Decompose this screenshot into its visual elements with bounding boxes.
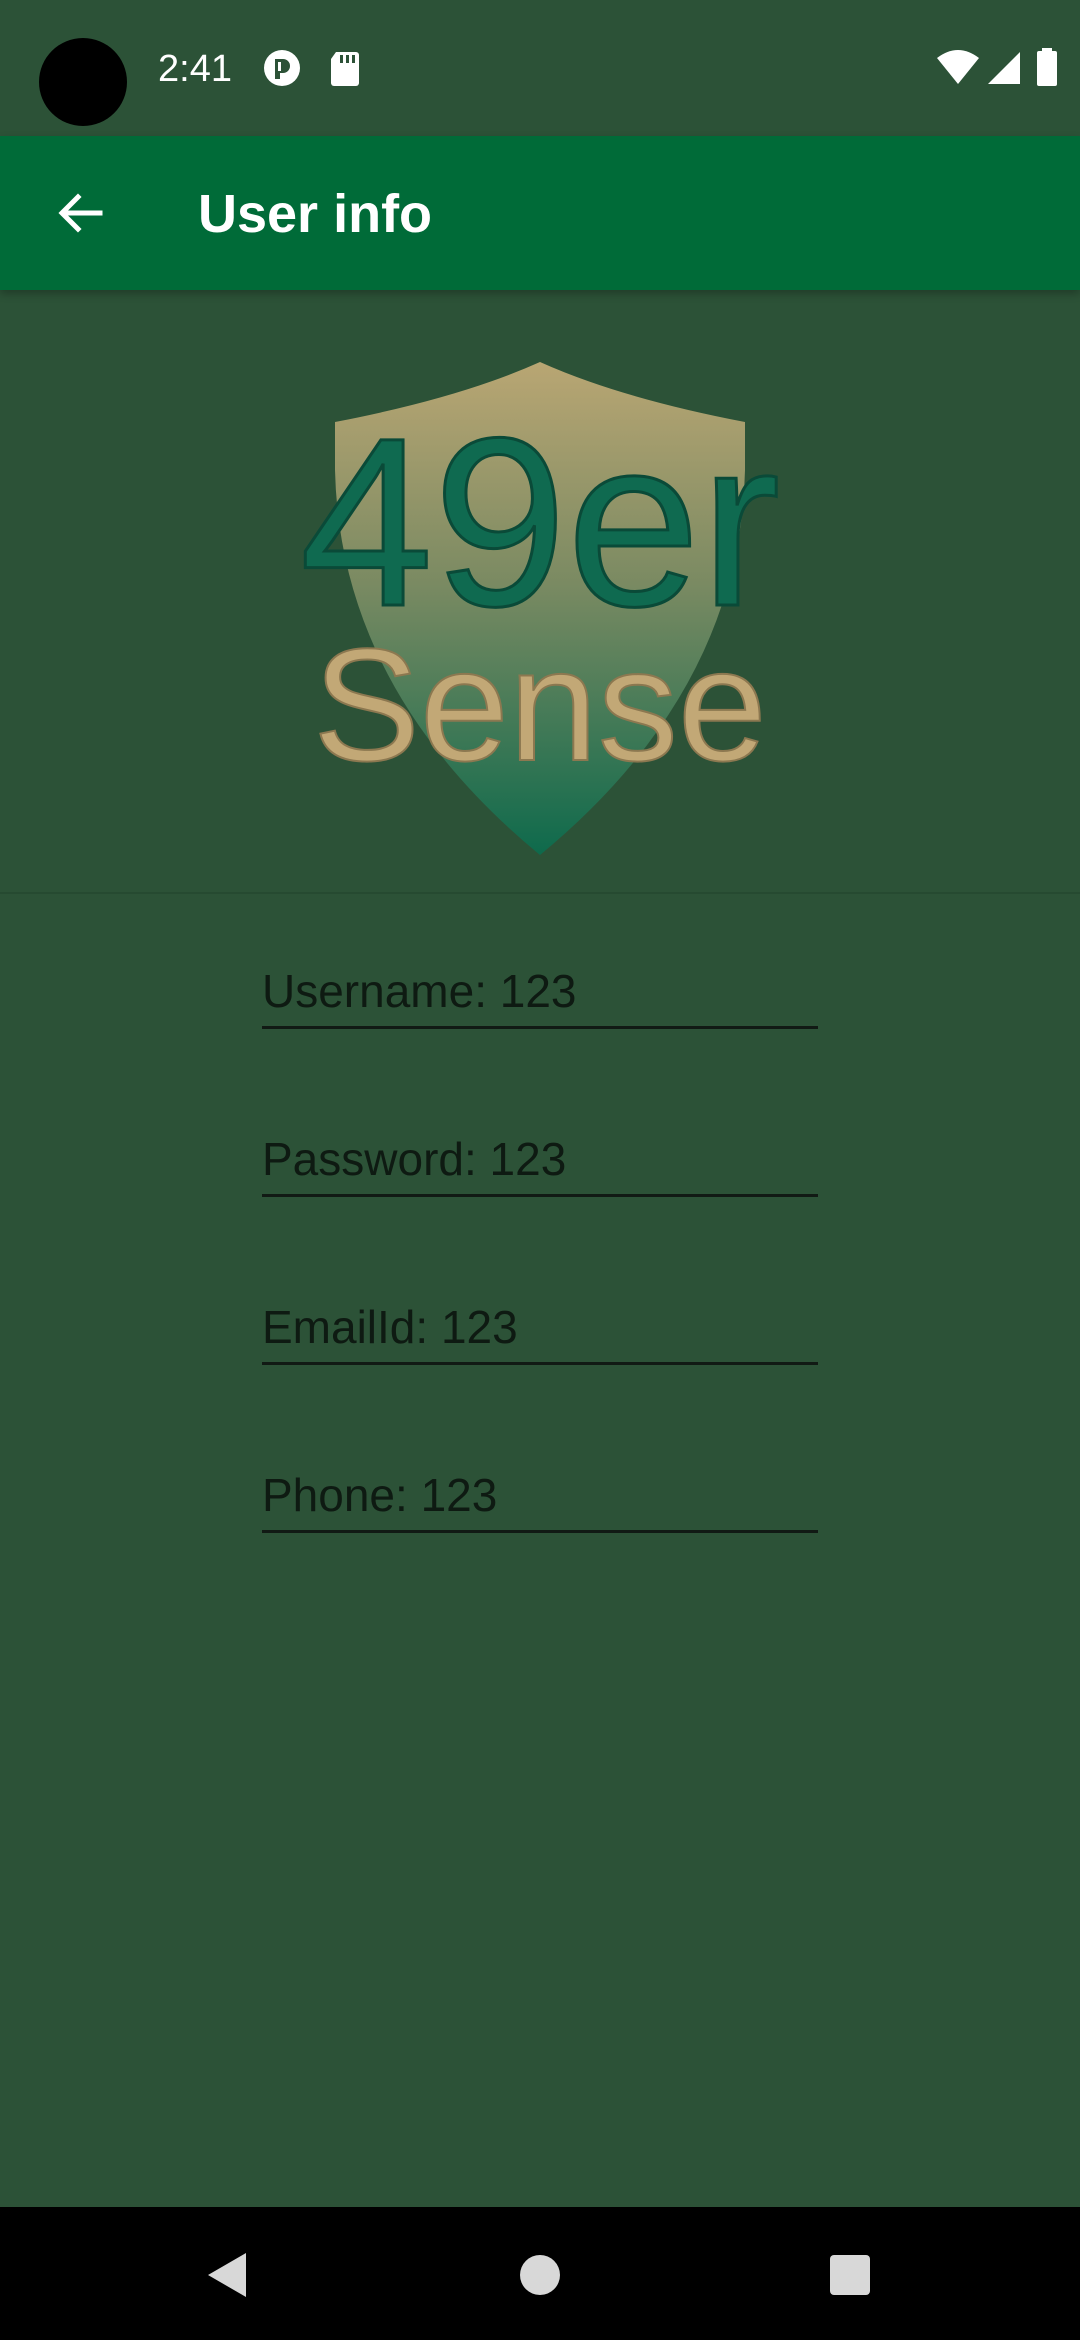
shield-logo: 49er Sense <box>298 362 782 855</box>
cellular-signal-icon <box>988 52 1020 84</box>
phone-field[interactable]: Phone: 123 <box>262 1444 818 1533</box>
email-field[interactable]: EmailId: 123 <box>262 1276 818 1365</box>
sd-card-icon <box>331 52 359 86</box>
nav-home-icon <box>520 2255 560 2295</box>
user-info-screen: 2:41 User info 49er Sense Username: 123 … <box>0 0 1080 2340</box>
password-field[interactable]: Password: 123 <box>262 1108 818 1197</box>
camera-cutout <box>39 38 127 126</box>
back-button[interactable] <box>40 173 120 253</box>
app-notification-icon <box>264 50 300 86</box>
phone-text: Phone: 123 <box>262 1469 498 1521</box>
system-nav-bar <box>0 2207 1080 2340</box>
page-title: User info <box>198 184 433 244</box>
logo: 49er Sense <box>0 290 1080 893</box>
status-bar: 2:41 <box>0 0 1080 136</box>
arrow-back-icon <box>58 193 103 233</box>
logo-line2: Sense <box>313 615 767 794</box>
nav-recents-icon <box>830 2255 870 2295</box>
nav-home-button[interactable] <box>492 2227 588 2323</box>
nav-back-icon <box>208 2253 246 2297</box>
status-time: 2:41 <box>158 48 232 90</box>
username-field[interactable]: Username: 123 <box>262 940 818 1029</box>
wifi-icon <box>937 50 979 84</box>
nav-back-button[interactable] <box>178 2227 274 2323</box>
username-text: Username: 123 <box>262 965 577 1017</box>
battery-icon <box>1037 48 1057 86</box>
email-text: EmailId: 123 <box>262 1301 518 1353</box>
nav-recents-button[interactable] <box>802 2227 898 2323</box>
divider <box>0 892 1080 894</box>
password-text: Password: 123 <box>262 1133 567 1185</box>
app-bar: User info <box>0 136 1080 290</box>
